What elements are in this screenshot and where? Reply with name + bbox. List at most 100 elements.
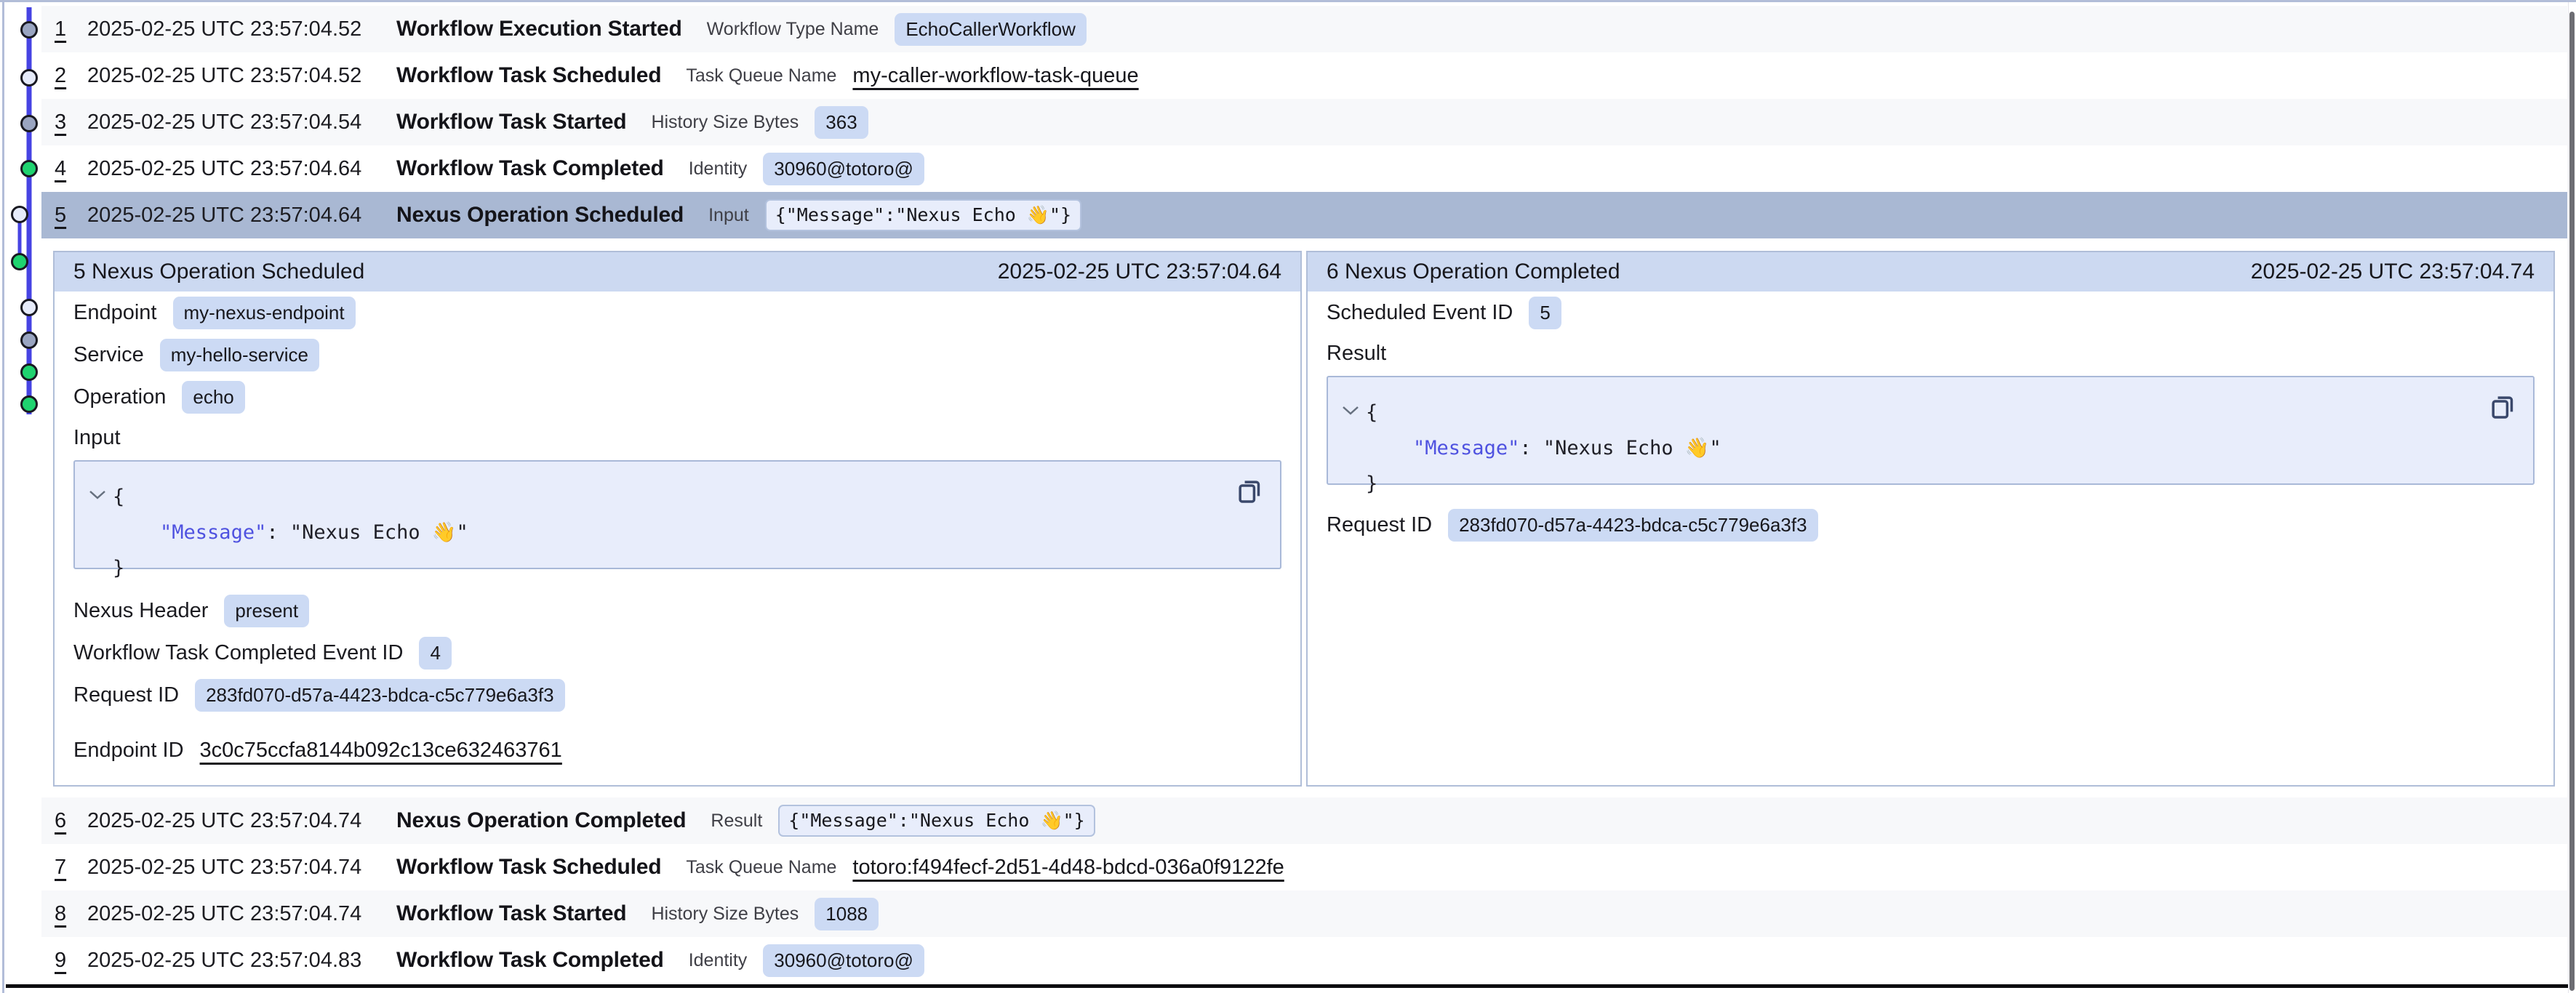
event-type-name: Workflow Task Completed bbox=[396, 156, 664, 181]
event-attribute-value: 363 bbox=[815, 106, 868, 139]
event-attribute-value: {"Message":"Nexus Echo 👋"} bbox=[778, 805, 1095, 837]
event-row[interactable]: 7 2025-02-25 UTC 23:57:04.74 Workflow Ta… bbox=[41, 844, 2567, 891]
collapse-chevron-icon[interactable] bbox=[1341, 405, 1360, 417]
timeline-event-dot-10[interactable] bbox=[22, 397, 37, 412]
event-attribute-label: Workflow Type Name bbox=[707, 19, 879, 40]
field-label: Result bbox=[1327, 342, 1386, 366]
event-attribute-label: Identity bbox=[689, 950, 748, 971]
detail-field: Request ID 283fd070-d57a-4423-bdca-c5c779… bbox=[1327, 504, 2535, 546]
panel-title: 5 Nexus Operation Scheduled bbox=[73, 260, 364, 284]
event-attribute-value-chip: 363 bbox=[815, 106, 868, 139]
timeline-event-dot-3[interactable] bbox=[22, 116, 37, 132]
event-id-link[interactable]: 7 bbox=[55, 856, 87, 880]
event-row[interactable]: 5 2025-02-25 UTC 23:57:04.64 Nexus Opera… bbox=[41, 192, 2567, 238]
event-id-link[interactable]: 1 bbox=[55, 17, 87, 41]
detail-field: Endpoint my-nexus-endpoint bbox=[73, 292, 1281, 334]
detail-field: Workflow Task Completed Event ID4 bbox=[73, 632, 1281, 674]
event-payload-chip: {"Message":"Nexus Echo 👋"} bbox=[778, 805, 1095, 837]
event-attribute-label: Task Queue Name bbox=[686, 857, 836, 878]
field-label: Scheduled Event ID bbox=[1327, 301, 1513, 325]
event-id-link[interactable]: 4 bbox=[55, 157, 87, 181]
copy-button[interactable] bbox=[1233, 475, 1265, 509]
event-detail-panel-nexus-scheduled: 5 Nexus Operation Scheduled 2025-02-25 U… bbox=[53, 251, 1302, 787]
detail-field: Request ID283fd070-d57a-4423-bdca-c5c779… bbox=[73, 674, 1281, 716]
event-row[interactable]: 9 2025-02-25 UTC 23:57:04.83 Workflow Ta… bbox=[41, 937, 2567, 984]
event-attribute-label: History Size Bytes bbox=[651, 112, 799, 133]
event-attribute-label: Input bbox=[708, 205, 749, 226]
field-label: Endpoint ID bbox=[73, 739, 184, 763]
event-type-name: Workflow Task Started bbox=[396, 901, 626, 926]
field-label: Service bbox=[73, 343, 144, 367]
event-attribute-label: Task Queue Name bbox=[686, 65, 836, 87]
timeline-event-dot-8[interactable] bbox=[22, 333, 37, 348]
panel-timestamp: 2025-02-25 UTC 23:57:04.64 bbox=[998, 260, 1281, 284]
panel-body: Scheduled Event ID5 Result { "Message": "N… bbox=[1308, 292, 2553, 785]
panel-header: 6 Nexus Operation Completed 2025-02-25 U… bbox=[1308, 252, 2553, 292]
event-timestamp: 2025-02-25 UTC 23:57:04.74 bbox=[87, 902, 396, 926]
event-id-link[interactable]: 2 bbox=[55, 64, 87, 88]
event-attribute-value-chip: my-hello-service bbox=[160, 339, 319, 371]
field-label: Request ID bbox=[1327, 513, 1432, 537]
collapse-chevron-icon[interactable] bbox=[88, 489, 107, 501]
timeline-event-dot-7[interactable] bbox=[22, 300, 37, 315]
timeline-event-dot-6[interactable] bbox=[12, 254, 28, 270]
detail-field: Nexus Headerpresent bbox=[73, 590, 1281, 632]
event-attribute-value: totoro:f494fecf-2d51-4d48-bdcd-036a0f912… bbox=[852, 856, 1284, 880]
copy-button[interactable] bbox=[2487, 390, 2519, 425]
event-timestamp: 2025-02-25 UTC 23:57:04.52 bbox=[87, 64, 396, 88]
event-row[interactable]: 3 2025-02-25 UTC 23:57:04.54 Workflow Ta… bbox=[41, 99, 2567, 145]
event-id-link[interactable]: 9 bbox=[55, 949, 87, 973]
panel-title: 6 Nexus Operation Completed bbox=[1327, 260, 1620, 284]
detail-field: Scheduled Event ID5 bbox=[1327, 292, 2535, 334]
event-id-link[interactable]: 3 bbox=[55, 110, 87, 134]
event-row[interactable]: 8 2025-02-25 UTC 23:57:04.74 Workflow Ta… bbox=[41, 891, 2567, 937]
timeline-event-dot-5[interactable] bbox=[12, 207, 28, 222]
event-row[interactable]: 4 2025-02-25 UTC 23:57:04.64 Workflow Ta… bbox=[41, 145, 2567, 192]
event-type-name: Nexus Operation Completed bbox=[396, 808, 686, 833]
timeline-event-dot-9[interactable] bbox=[22, 365, 37, 380]
event-attribute-value: 1088 bbox=[815, 898, 879, 930]
event-attribute-value-link[interactable]: my-caller-workflow-task-queue bbox=[852, 64, 1138, 88]
copy-icon bbox=[1233, 475, 1265, 507]
event-id-link[interactable]: 8 bbox=[55, 902, 87, 926]
event-type-name: Workflow Task Started bbox=[396, 110, 626, 134]
event-row[interactable]: 6 2025-02-25 UTC 23:57:04.74 Nexus Opera… bbox=[41, 797, 2567, 844]
timeline-event-dot-2[interactable] bbox=[22, 71, 37, 86]
event-row[interactable]: 2 2025-02-25 UTC 23:57:04.52 Workflow Ta… bbox=[41, 52, 2567, 99]
timeline-event-dot-4[interactable] bbox=[22, 161, 37, 177]
event-type-name: Workflow Task Scheduled bbox=[396, 855, 661, 880]
payload-code-block: { "Message": "Nexus Echo 👋" } bbox=[1327, 376, 2535, 485]
event-attribute-value: my-caller-workflow-task-queue bbox=[852, 64, 1138, 88]
event-attribute-value-chip: 1088 bbox=[815, 898, 879, 930]
detail-field: Service my-hello-service bbox=[73, 334, 1281, 376]
event-type-name: Workflow Execution Started bbox=[396, 17, 682, 41]
event-attribute-value-chip: 283fd070-d57a-4423-bdca-c5c779e6a3f3 bbox=[195, 679, 565, 712]
event-row[interactable]: 1 2025-02-25 UTC 23:57:04.52 Workflow Ex… bbox=[41, 6, 2567, 52]
event-timestamp: 2025-02-25 UTC 23:57:04.52 bbox=[87, 17, 396, 41]
event-type-name: Workflow Task Scheduled bbox=[396, 63, 661, 88]
event-attribute-value-chip: 283fd070-d57a-4423-bdca-c5c779e6a3f3 bbox=[1448, 509, 1818, 542]
window-top-border bbox=[0, 0, 2576, 2]
event-attribute-value-chip: present bbox=[224, 595, 309, 627]
event-timeline-graph bbox=[0, 0, 44, 436]
field-label: Input bbox=[73, 426, 121, 450]
event-attribute-value-chip: my-nexus-endpoint bbox=[173, 297, 356, 329]
payload-json: { "Message": "Nexus Echo 👋" } bbox=[75, 462, 1280, 586]
scrollbar-thumb[interactable] bbox=[2569, 12, 2575, 991]
event-id-link[interactable]: 6 bbox=[55, 809, 87, 833]
copy-icon bbox=[2487, 390, 2519, 422]
expanded-event-panels: 5 Nexus Operation Scheduled 2025-02-25 U… bbox=[53, 251, 2555, 787]
timeline-event-dot-1[interactable] bbox=[22, 23, 37, 38]
event-type-name: Workflow Task Completed bbox=[396, 948, 664, 973]
event-id-link[interactable]: 5 bbox=[55, 204, 87, 228]
event-attribute-value-chip: EchoCallerWorkflow bbox=[895, 13, 1087, 46]
event-type-name: Nexus Operation Scheduled bbox=[396, 203, 684, 228]
scrollbar-track[interactable] bbox=[2568, 2, 2576, 993]
field-label: Endpoint bbox=[73, 301, 157, 325]
event-attribute-value: 30960@totoro@ bbox=[763, 153, 924, 185]
event-attribute-value-chip: 30960@totoro@ bbox=[763, 944, 924, 977]
panel-body: Endpoint my-nexus-endpoint Service my-hello… bbox=[55, 292, 1300, 785]
event-attribute-value-link[interactable]: totoro:f494fecf-2d51-4d48-bdcd-036a0f912… bbox=[852, 856, 1284, 880]
event-attribute-value-link[interactable]: 3c0c75ccfa8144b092c13ce632463761 bbox=[200, 739, 562, 763]
event-attribute-value: 30960@totoro@ bbox=[763, 944, 924, 977]
